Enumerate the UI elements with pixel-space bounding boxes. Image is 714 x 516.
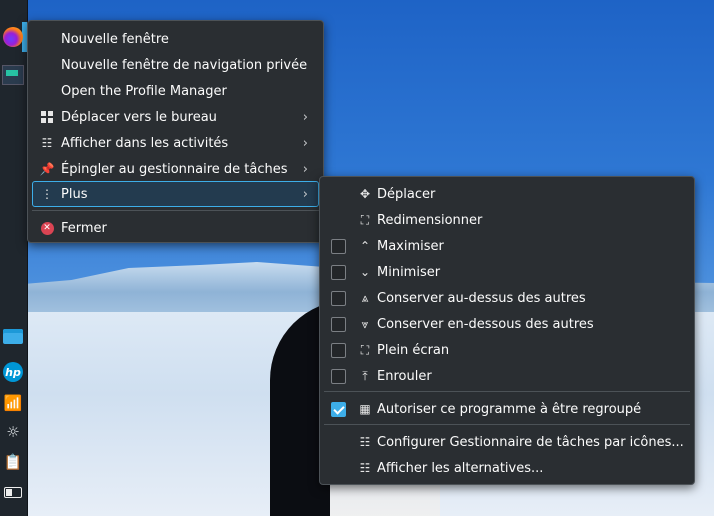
shade-checkbox[interactable]: [331, 368, 346, 384]
move-icon: ✥: [359, 187, 371, 201]
menu-item-label: Déplacer: [377, 186, 436, 202]
window-icon[interactable]: [2, 64, 24, 86]
chevron-right-icon: ›: [302, 161, 308, 177]
firefox-icon[interactable]: [2, 26, 24, 48]
chevron-right-icon: ›: [302, 109, 308, 125]
menu-item-label: Open the Profile Manager: [61, 83, 227, 99]
keep-below-checkbox[interactable]: [331, 316, 346, 332]
menu-item-close[interactable]: ✕ Fermer: [32, 215, 319, 241]
menu-item-move-to-desktop[interactable]: Déplacer vers le bureau ›: [32, 104, 319, 130]
submenu-item-move[interactable]: ✥ Déplacer: [324, 181, 690, 207]
menu-item-label: Autoriser ce programme à être regroupé: [377, 401, 642, 417]
minimize-icon: ⌄: [359, 265, 371, 279]
taskbar-panel: hp 📶 ☼ 📋: [0, 0, 28, 516]
fullscreen-checkbox[interactable]: [331, 342, 346, 358]
menu-separator: [324, 391, 690, 392]
task-context-menu: Nouvelle fenêtre Nouvelle fenêtre de nav…: [27, 20, 324, 243]
hp-icon[interactable]: hp: [2, 361, 24, 383]
configure-icon: ☷: [359, 435, 371, 449]
menu-item-label: Maximiser: [377, 238, 444, 254]
folder-icon[interactable]: [2, 325, 24, 347]
menu-item-profile-manager[interactable]: Open the Profile Manager: [32, 78, 319, 104]
menu-item-label: Fermer: [61, 220, 107, 236]
menu-item-label: Configurer Gestionnaire de tâches par ic…: [377, 434, 684, 450]
menu-item-label: Déplacer vers le bureau: [61, 109, 217, 125]
submenu-item-shade[interactable]: ⤒ Enrouler: [324, 363, 690, 389]
chevron-right-icon: ›: [302, 186, 308, 202]
submenu-item-allow-grouping[interactable]: ▦ Autoriser ce programme à être regroupé: [324, 396, 690, 422]
brightness-icon[interactable]: ☼: [2, 421, 24, 443]
desktops-icon: [39, 109, 55, 125]
allow-grouping-checkbox[interactable]: [331, 401, 346, 417]
submenu-item-configure[interactable]: ☷ Configurer Gestionnaire de tâches par …: [324, 429, 690, 455]
alternatives-icon: ☷: [359, 461, 371, 475]
pin-icon: 📌: [39, 162, 55, 176]
submenu-item-resize[interactable]: ⛶ Redimensionner: [324, 207, 690, 233]
submenu-item-maximize[interactable]: ⌃ Maximiser: [324, 233, 690, 259]
submenu-item-alternatives[interactable]: ☷ Afficher les alternatives...: [324, 455, 690, 481]
menu-item-label: Enrouler: [377, 368, 432, 384]
keep-above-icon: ⩓: [361, 290, 369, 305]
menu-item-label: Nouvelle fenêtre: [61, 31, 169, 47]
maximize-icon: ⌃: [359, 239, 371, 253]
menu-separator: [32, 210, 319, 211]
group-icon: ▦: [359, 402, 371, 416]
resize-icon: ⛶: [360, 212, 370, 227]
menu-item-label: Conserver en-dessous des autres: [377, 316, 594, 332]
submenu-item-keep-below[interactable]: ⩔ Conserver en-dessous des autres: [324, 311, 690, 337]
submenu-item-fullscreen[interactable]: ⛶ Plein écran: [324, 337, 690, 363]
submenu-item-keep-above[interactable]: ⩓ Conserver au-dessus des autres: [324, 285, 690, 311]
menu-item-more[interactable]: ⋮ Plus ›: [32, 181, 319, 207]
menu-item-label: Minimiser: [377, 264, 441, 280]
submenu-item-minimize[interactable]: ⌄ Minimiser: [324, 259, 690, 285]
more-icon: ⋮: [41, 187, 53, 201]
menu-item-label: Afficher dans les activités: [61, 135, 229, 151]
keep-above-checkbox[interactable]: [331, 290, 346, 306]
chevron-right-icon: ›: [302, 135, 308, 151]
menu-item-new-private-window[interactable]: Nouvelle fenêtre de navigation privée: [32, 52, 319, 78]
menu-item-show-in-activities[interactable]: ☷ Afficher dans les activités ›: [32, 130, 319, 156]
wifi-icon[interactable]: 📶: [2, 392, 24, 414]
keep-below-icon: ⩔: [361, 316, 369, 331]
activities-icon: ☷: [41, 136, 53, 150]
close-icon: ✕: [39, 220, 55, 236]
battery-icon[interactable]: [2, 481, 24, 503]
menu-item-label: Conserver au-dessus des autres: [377, 290, 586, 306]
menu-item-label: Afficher les alternatives...: [377, 460, 544, 476]
clipboard-icon[interactable]: 📋: [2, 451, 24, 473]
menu-item-label: Plus: [61, 186, 88, 202]
shade-icon: ⤒: [362, 368, 368, 383]
menu-separator: [324, 424, 690, 425]
minimize-checkbox[interactable]: [331, 264, 346, 280]
maximize-checkbox[interactable]: [331, 238, 346, 254]
more-submenu: ✥ Déplacer ⛶ Redimensionner ⌃ Maximiser …: [319, 176, 695, 485]
menu-item-pin-to-taskmanager[interactable]: 📌 Épingler au gestionnaire de tâches ›: [32, 156, 319, 182]
menu-item-new-window[interactable]: Nouvelle fenêtre: [32, 26, 319, 52]
menu-item-label: Redimensionner: [377, 212, 483, 228]
fullscreen-icon: ⛶: [360, 342, 370, 357]
menu-item-label: Nouvelle fenêtre de navigation privée: [61, 57, 308, 73]
menu-item-label: Épingler au gestionnaire de tâches: [61, 161, 288, 177]
menu-item-label: Plein écran: [377, 342, 450, 358]
